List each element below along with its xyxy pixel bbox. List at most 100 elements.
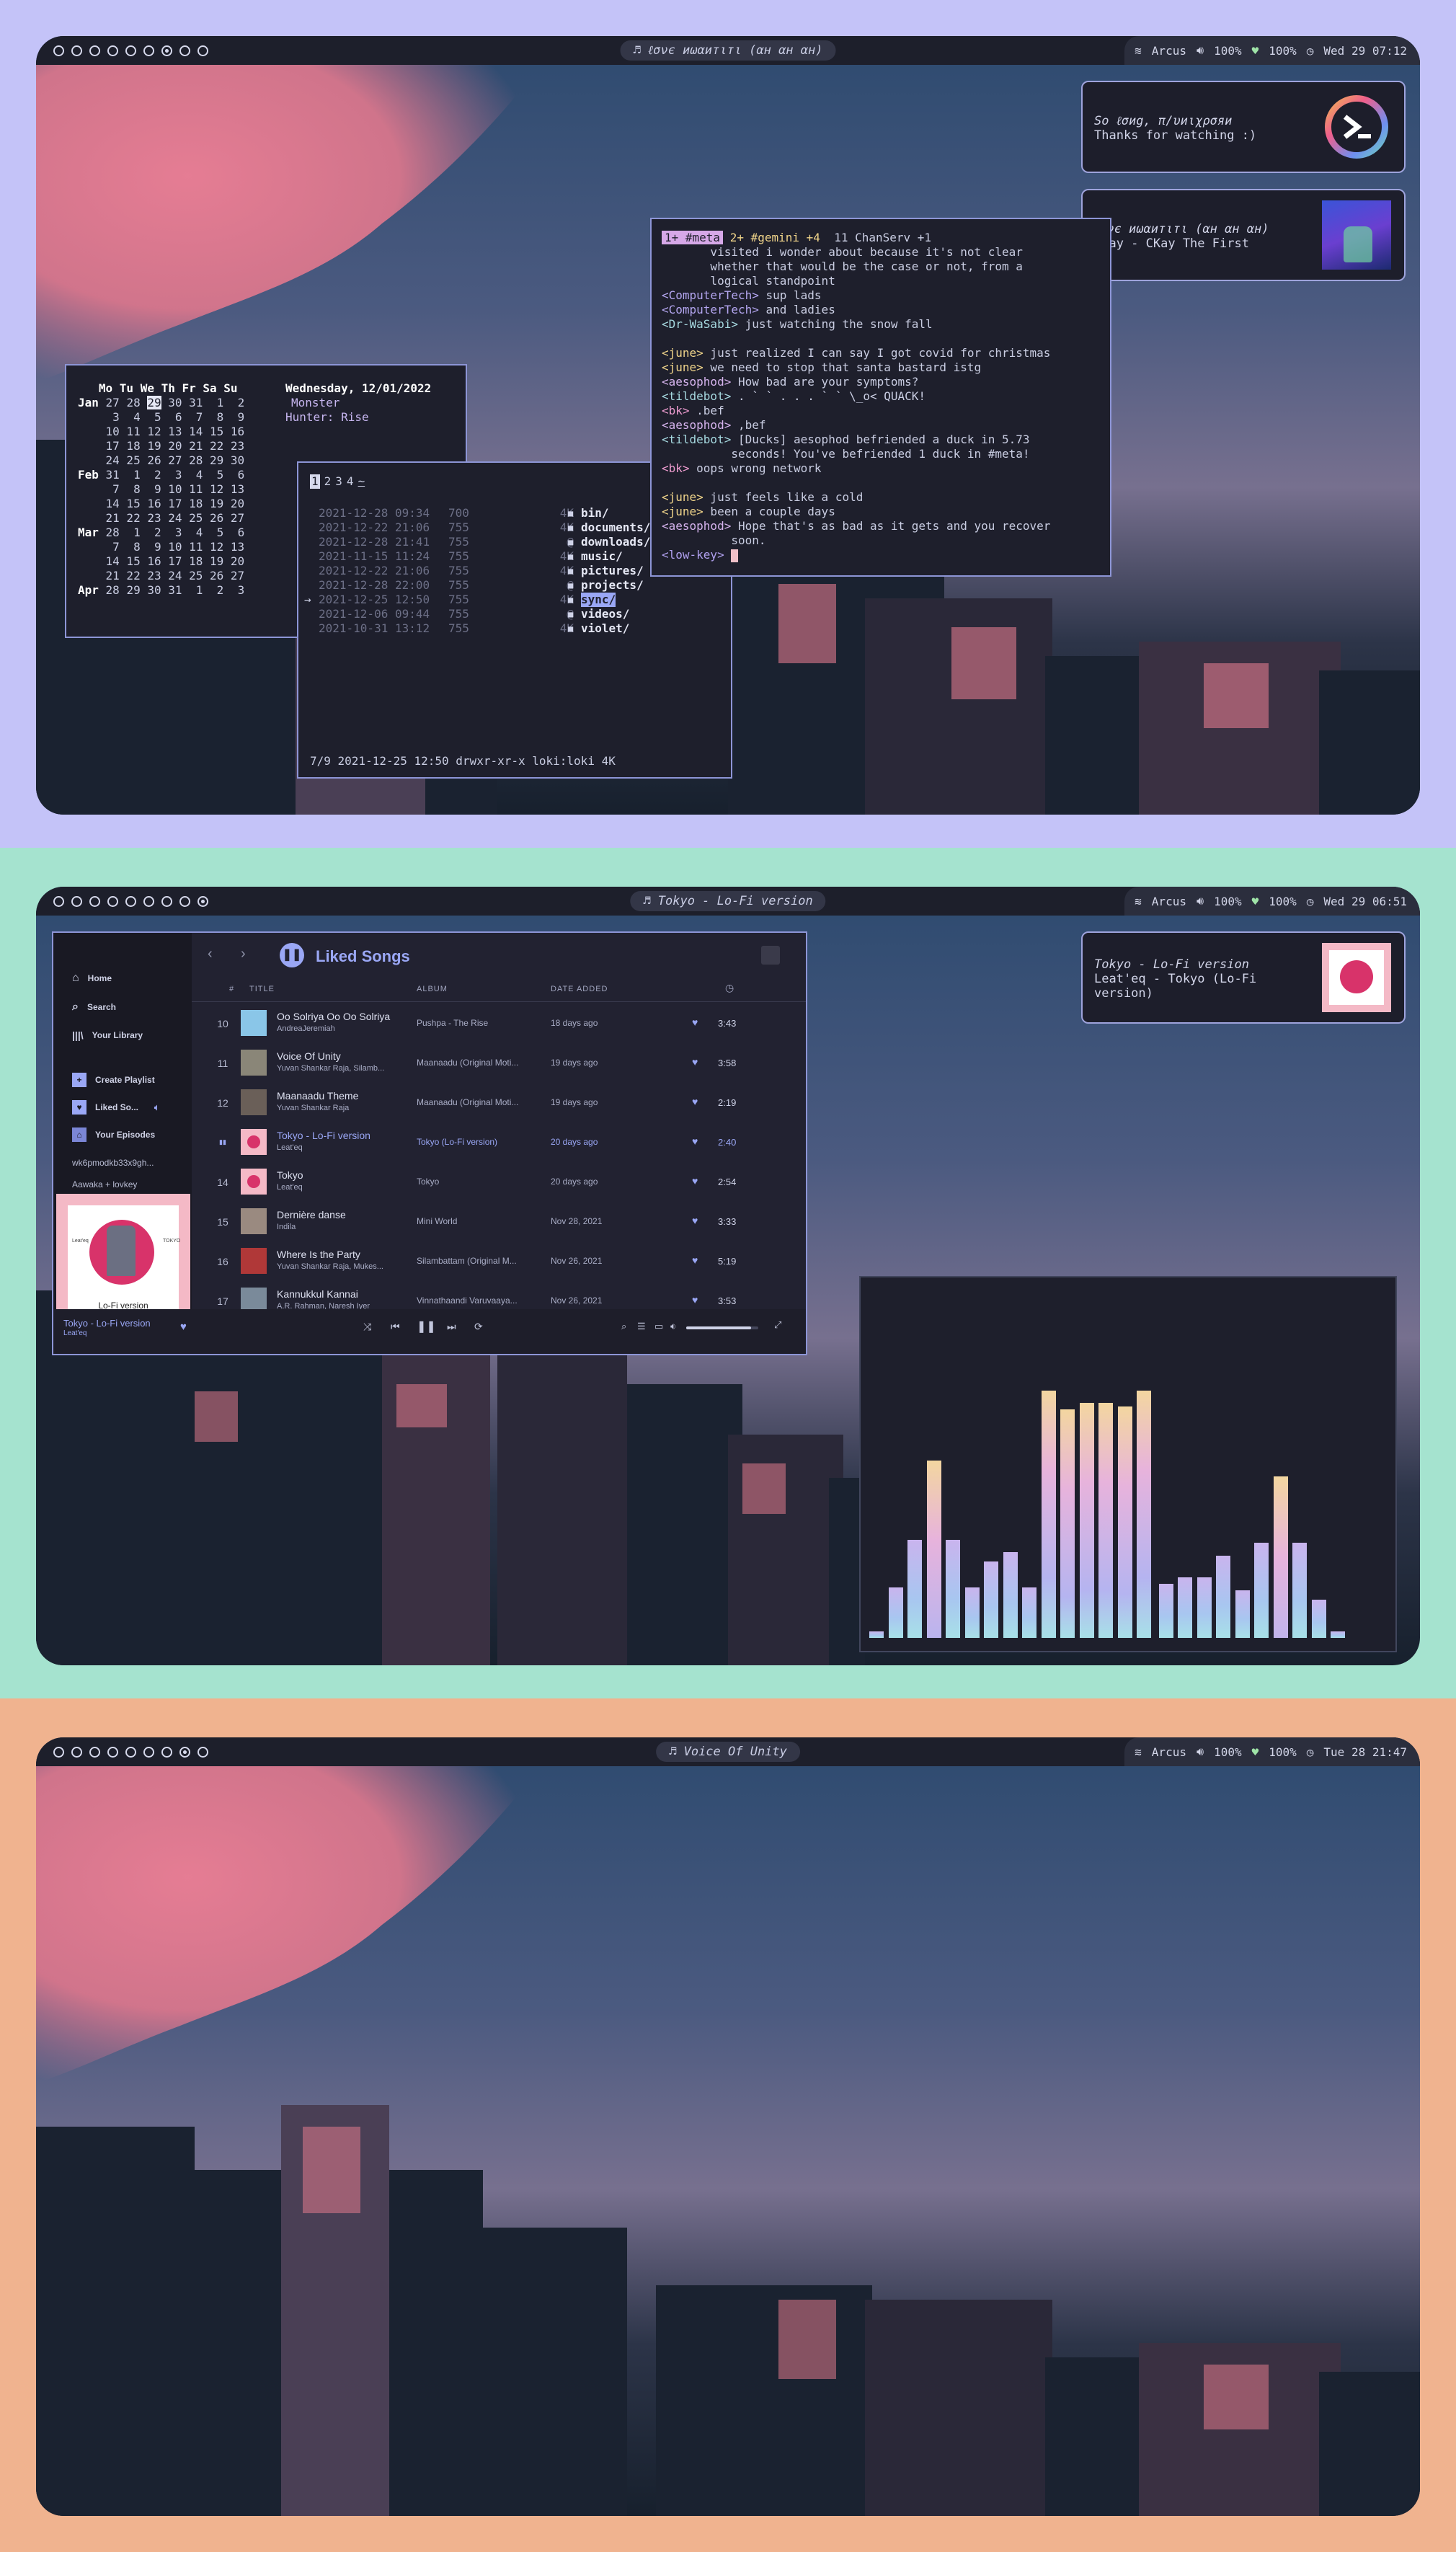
fm-tab[interactable]: 4 (347, 474, 354, 489)
col-date-added[interactable]: DATE ADDED (551, 985, 608, 993)
workspace-dot[interactable] (89, 45, 100, 56)
notification-now-playing[interactable]: ℓσνє иωαитιтι (αн αн αн) CKay - CKay The… (1081, 189, 1406, 281)
track-row[interactable]: 10 Oo Solriya Oo Oo Solriya AndreaJeremiah… (192, 1002, 806, 1042)
volume-slider[interactable] (686, 1326, 758, 1329)
workspace-dot[interactable] (53, 45, 64, 56)
irc-tab[interactable]: 2+ #gemini +4 (730, 231, 820, 244)
workspace-dot[interactable] (89, 895, 100, 907)
workspace-dot[interactable] (125, 1746, 136, 1758)
devices-icon[interactable]: ▭ (654, 1321, 663, 1332)
track-row[interactable]: ▮▮ Tokyo - Lo-Fi version Leat'eq Tokyo (Lo-… (192, 1121, 806, 1161)
pause-playlist-button[interactable]: ❚❚ (280, 943, 304, 967)
player-track-artist[interactable]: Leat'eq (63, 1329, 87, 1337)
playlist-item[interactable]: wk6pmodkb33x9gh... (72, 1158, 154, 1168)
workspace-dot-active[interactable] (161, 45, 172, 56)
track-artist[interactable]: Leat'eq (277, 1143, 414, 1152)
volume-icon[interactable]: 🔊︎ (1197, 43, 1204, 58)
workspace-dot[interactable] (179, 895, 190, 907)
file-row[interactable]: → 2021-12-25 12:50 755 4K ■ sync/ (304, 593, 721, 607)
track-row[interactable]: 14 Tokyo Leat'eq Tokyo 20 days ago ♥ 2:54 (192, 1161, 806, 1200)
liked-heart-icon[interactable]: ♥ (692, 1294, 698, 1306)
workspace-dot[interactable] (143, 1746, 154, 1758)
track-album[interactable]: Maanaadu (Original Moti... (417, 1058, 539, 1068)
workspace-dot[interactable] (143, 895, 154, 907)
track-artist[interactable]: Yuvan Shankar Raja, Silamb... (277, 1064, 414, 1073)
track-title[interactable]: Tokyo - Lo-Fi version (277, 1130, 370, 1141)
workspace-dot[interactable] (89, 1746, 100, 1758)
track-artist[interactable]: Indila (277, 1223, 414, 1231)
col-title[interactable]: TITLE (249, 985, 275, 993)
workspace-dot[interactable] (53, 895, 64, 907)
col-album[interactable]: ALBUM (417, 985, 448, 993)
fm-tab-active[interactable]: 1 (310, 474, 320, 489)
irc-tab-active[interactable]: 1+ #meta (662, 231, 724, 244)
track-row[interactable]: 11 Voice Of Unity Yuvan Shankar Raja, Sila… (192, 1042, 806, 1081)
workspace-dot[interactable] (179, 45, 190, 56)
track-album[interactable]: Maanaadu (Original Moti... (417, 1097, 539, 1107)
track-album[interactable]: Tokyo (417, 1177, 539, 1187)
forward-arrow-icon[interactable]: › (241, 946, 246, 962)
workspace-dot[interactable] (125, 45, 136, 56)
now-playing-pill[interactable]: ♬ Voice Of Unity (656, 1742, 800, 1762)
workspace-dot[interactable] (107, 895, 118, 907)
volume-icon[interactable]: 🔉︎ (670, 1321, 676, 1332)
fullscreen-icon[interactable]: ⤢ (774, 1319, 781, 1331)
track-album[interactable]: Vinnathaandi Varuvaaya... (417, 1295, 539, 1306)
nav-create-playlist[interactable]: + Create Playlist (72, 1073, 155, 1087)
track-title[interactable]: Tokyo (277, 1169, 303, 1181)
liked-heart-icon[interactable]: ♥ (692, 1215, 698, 1226)
file-row[interactable]: 2021-12-28 22:00 755 @ ■ projects/ (310, 578, 721, 593)
user-avatar[interactable] (761, 946, 780, 965)
volume-icon[interactable]: 🔊︎ (1197, 1745, 1204, 1759)
wifi-icon[interactable]: ≋ (1135, 1745, 1142, 1759)
liked-heart-icon[interactable]: ♥ (692, 1175, 698, 1187)
track-title[interactable]: Voice Of Unity (277, 1050, 341, 1062)
workspace-dot-active[interactable] (197, 895, 208, 907)
nav-episodes[interactable]: ⌂ Your Episodes (72, 1127, 155, 1142)
track-title[interactable]: Kannukkul Kannai (277, 1288, 358, 1300)
file-row[interactable]: 2021-12-06 09:44 755 @ ■ videos/ (310, 607, 721, 621)
nav-library[interactable]: |||\ Your Library (72, 1029, 143, 1041)
track-artist[interactable]: AndreaJeremiah (277, 1024, 414, 1033)
workspace-dot[interactable] (125, 895, 136, 907)
workspace-dot[interactable] (107, 45, 118, 56)
workspace-dot[interactable] (143, 45, 154, 56)
track-album[interactable]: Pushpa - The Rise (417, 1018, 539, 1028)
next-icon[interactable]: ⏭︎ (447, 1321, 456, 1333)
fm-tab[interactable]: 2 (324, 474, 332, 489)
file-row[interactable]: 2021-10-31 13:12 755 4K ■ violet/ (310, 621, 721, 636)
liked-heart-icon[interactable]: ♥ (692, 1135, 698, 1147)
track-row[interactable]: 16 Where Is the Party Yuvan Shankar Raja, … (192, 1240, 806, 1280)
workspace-dot[interactable] (107, 1746, 118, 1758)
text-cursor[interactable] (731, 549, 739, 562)
notification-now-playing[interactable]: Tokyo - Lo-Fi version Leat'eq - Tokyo (L… (1081, 931, 1406, 1024)
track-title[interactable]: Where Is the Party (277, 1249, 360, 1260)
previous-icon[interactable]: ⏮︎ (391, 1321, 400, 1333)
workspace-dot[interactable] (71, 45, 82, 56)
track-row[interactable]: 12 Maanaadu Theme Yuvan Shankar Raja Maanaa… (192, 1081, 806, 1121)
fm-tab-home[interactable]: ~ (358, 474, 365, 489)
workspace-indicators[interactable] (53, 1737, 208, 1766)
workspace-dot[interactable] (197, 45, 208, 56)
track-row[interactable]: 15 Dernière danse Indila Mini World Nov 28, … (192, 1200, 806, 1240)
lyrics-icon[interactable]: ⌕ (621, 1321, 626, 1332)
workspace-indicators[interactable] (53, 36, 208, 65)
back-arrow-icon[interactable]: ‹ (208, 946, 213, 962)
liked-heart-icon[interactable]: ♥ (692, 1096, 698, 1107)
liked-heart-icon[interactable]: ♥ (692, 1254, 698, 1266)
liked-heart-icon[interactable]: ♥ (692, 1056, 698, 1068)
fm-tab[interactable]: 3 (335, 474, 342, 489)
track-album[interactable]: Silambattam (Original M... (417, 1256, 539, 1266)
repeat-icon[interactable]: ⟳ (474, 1321, 483, 1333)
track-artist[interactable]: Yuvan Shankar Raja (277, 1104, 414, 1112)
shuffle-icon[interactable]: ⤨ (363, 1321, 371, 1333)
queue-icon[interactable]: ☰ (637, 1321, 646, 1332)
wifi-icon[interactable]: ≋ (1135, 895, 1142, 908)
workspace-dot[interactable] (197, 1746, 208, 1758)
track-album[interactable]: Tokyo (Lo-Fi version) (417, 1137, 539, 1147)
playlist-item[interactable]: Aawaka + lovkey (72, 1179, 137, 1189)
notification-logout[interactable]: So ℓσиg, π/υиιχρσяи Thanks for watching … (1081, 81, 1406, 173)
track-title[interactable]: Dernière danse (277, 1209, 346, 1220)
workspace-dot[interactable] (53, 1746, 64, 1758)
player-track-title[interactable]: Tokyo - Lo-Fi version (63, 1318, 151, 1329)
